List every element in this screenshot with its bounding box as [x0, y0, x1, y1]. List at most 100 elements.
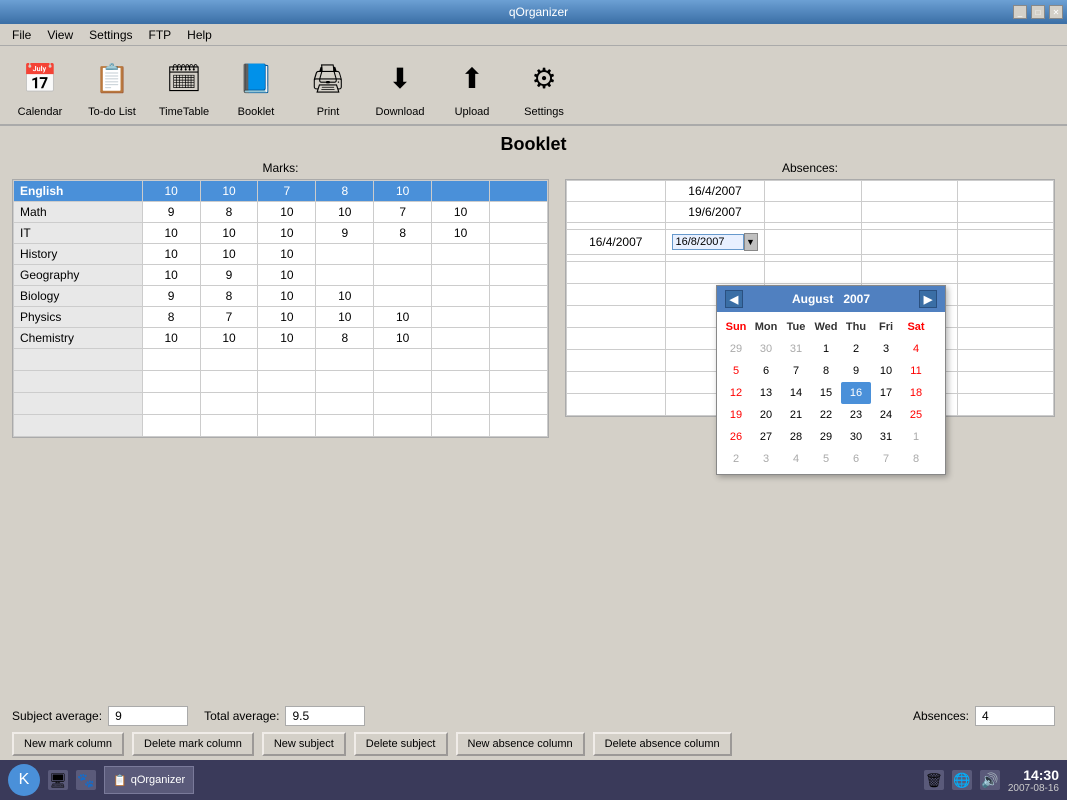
calendar-prev-button[interactable]: ◀: [725, 290, 743, 308]
table-row[interactable]: English 10 10 7 8 10: [14, 181, 548, 202]
menu-help[interactable]: Help: [179, 26, 220, 44]
mark-cell[interactable]: [490, 286, 548, 307]
cal-day[interactable]: 10: [871, 360, 901, 382]
delete-absence-column-button[interactable]: Delete absence column: [593, 732, 732, 756]
mark-cell[interactable]: [316, 265, 374, 286]
toolbar-settings[interactable]: ⚙ Settings: [512, 50, 576, 120]
mark-cell[interactable]: [316, 244, 374, 265]
mark-cell[interactable]: 10: [258, 328, 316, 349]
toolbar-todo[interactable]: 📋 To-do List: [80, 50, 144, 120]
menu-settings[interactable]: Settings: [81, 26, 140, 44]
mark-cell[interactable]: 10: [200, 244, 258, 265]
table-row[interactable]: History 10 10 10: [14, 244, 548, 265]
cal-day[interactable]: 24: [871, 404, 901, 426]
date-dropdown-button[interactable]: ▼: [744, 233, 758, 251]
mark-cell[interactable]: [374, 265, 432, 286]
table-row[interactable]: Chemistry 10 10 10 8 10: [14, 328, 548, 349]
delete-subject-button[interactable]: Delete subject: [354, 732, 448, 756]
mark-cell[interactable]: 10: [374, 307, 432, 328]
mark-cell[interactable]: 10: [258, 244, 316, 265]
cal-day[interactable]: 8: [901, 448, 931, 470]
taskbar-app-button[interactable]: 📋 qOrganizer: [104, 766, 194, 794]
toolbar-print[interactable]: 🖨 Print: [296, 50, 360, 120]
cal-day[interactable]: 22: [811, 404, 841, 426]
cal-day[interactable]: 29: [721, 338, 751, 360]
cal-day[interactable]: 11: [901, 360, 931, 382]
new-mark-column-button[interactable]: New mark column: [12, 732, 124, 756]
cal-day[interactable]: 6: [841, 448, 871, 470]
mark-cell[interactable]: 8: [374, 223, 432, 244]
cal-day-selected[interactable]: 16: [841, 382, 871, 404]
cal-day[interactable]: 20: [751, 404, 781, 426]
mark-cell[interactable]: 10: [258, 223, 316, 244]
tray-icon-recycle[interactable]: 🗑: [924, 770, 944, 790]
cal-day[interactable]: 12: [721, 382, 751, 404]
mark-cell[interactable]: 9: [200, 265, 258, 286]
mark-cell[interactable]: [490, 202, 548, 223]
mark-cell[interactable]: [490, 307, 548, 328]
new-absence-column-button[interactable]: New absence column: [456, 732, 585, 756]
mark-cell[interactable]: 10: [142, 244, 200, 265]
cal-day[interactable]: 7: [781, 360, 811, 382]
delete-mark-column-button[interactable]: Delete mark column: [132, 732, 254, 756]
mark-cell[interactable]: [490, 181, 548, 202]
mark-cell[interactable]: 9: [316, 223, 374, 244]
start-button[interactable]: K: [8, 764, 40, 796]
mark-cell[interactable]: [432, 328, 490, 349]
maximize-button[interactable]: □: [1031, 5, 1045, 19]
table-row[interactable]: Biology 9 8 10 10: [14, 286, 548, 307]
cal-day[interactable]: 30: [841, 426, 871, 448]
mark-cell[interactable]: 8: [316, 328, 374, 349]
menu-file[interactable]: File: [4, 26, 39, 44]
mark-cell[interactable]: 10: [374, 181, 432, 202]
absence-date[interactable]: 16/4/2007: [665, 181, 765, 202]
cal-day[interactable]: 18: [901, 382, 931, 404]
cal-day[interactable]: 21: [781, 404, 811, 426]
mark-cell[interactable]: 8: [200, 286, 258, 307]
mark-cell[interactable]: 10: [200, 328, 258, 349]
mark-cell[interactable]: 10: [316, 286, 374, 307]
new-subject-button[interactable]: New subject: [262, 732, 346, 756]
cal-day[interactable]: 6: [751, 360, 781, 382]
total-average-input[interactable]: [285, 706, 365, 726]
mark-cell[interactable]: 10: [432, 223, 490, 244]
toolbar-upload[interactable]: ⬆ Upload: [440, 50, 504, 120]
mark-cell[interactable]: 10: [200, 223, 258, 244]
mark-cell[interactable]: 8: [142, 307, 200, 328]
toolbar-booklet[interactable]: 📘 Booklet: [224, 50, 288, 120]
cal-day[interactable]: 25: [901, 404, 931, 426]
cal-day[interactable]: 4: [781, 448, 811, 470]
mark-cell[interactable]: [490, 328, 548, 349]
mark-cell[interactable]: 10: [142, 328, 200, 349]
cal-day[interactable]: 3: [751, 448, 781, 470]
cal-day[interactable]: 5: [811, 448, 841, 470]
taskbar-icon-2[interactable]: 🐾: [76, 770, 96, 790]
subject-average-input[interactable]: [108, 706, 188, 726]
cal-day[interactable]: 4: [901, 338, 931, 360]
mark-cell[interactable]: [490, 265, 548, 286]
close-button[interactable]: ✕: [1049, 5, 1063, 19]
toolbar-calendar[interactable]: 📅 Calendar: [8, 50, 72, 120]
mark-cell[interactable]: 10: [316, 202, 374, 223]
mark-cell[interactable]: 7: [258, 181, 316, 202]
cal-day[interactable]: 26: [721, 426, 751, 448]
mark-cell[interactable]: [490, 223, 548, 244]
mark-cell[interactable]: 7: [374, 202, 432, 223]
mark-cell[interactable]: 10: [142, 223, 200, 244]
mark-cell[interactable]: 10: [432, 202, 490, 223]
cal-day[interactable]: 27: [751, 426, 781, 448]
mark-cell[interactable]: [432, 286, 490, 307]
mark-cell[interactable]: 10: [200, 181, 258, 202]
cal-day[interactable]: 5: [721, 360, 751, 382]
cal-day[interactable]: 31: [871, 426, 901, 448]
cal-day[interactable]: 15: [811, 382, 841, 404]
mark-cell[interactable]: 10: [258, 265, 316, 286]
cal-day[interactable]: 3: [871, 338, 901, 360]
tray-icon-sound[interactable]: 🔊: [980, 770, 1000, 790]
cal-day[interactable]: 2: [841, 338, 871, 360]
date-input[interactable]: [672, 234, 744, 250]
cal-day[interactable]: 29: [811, 426, 841, 448]
cal-day[interactable]: 1: [811, 338, 841, 360]
cal-day[interactable]: 13: [751, 382, 781, 404]
calendar-next-button[interactable]: ▶: [919, 290, 937, 308]
